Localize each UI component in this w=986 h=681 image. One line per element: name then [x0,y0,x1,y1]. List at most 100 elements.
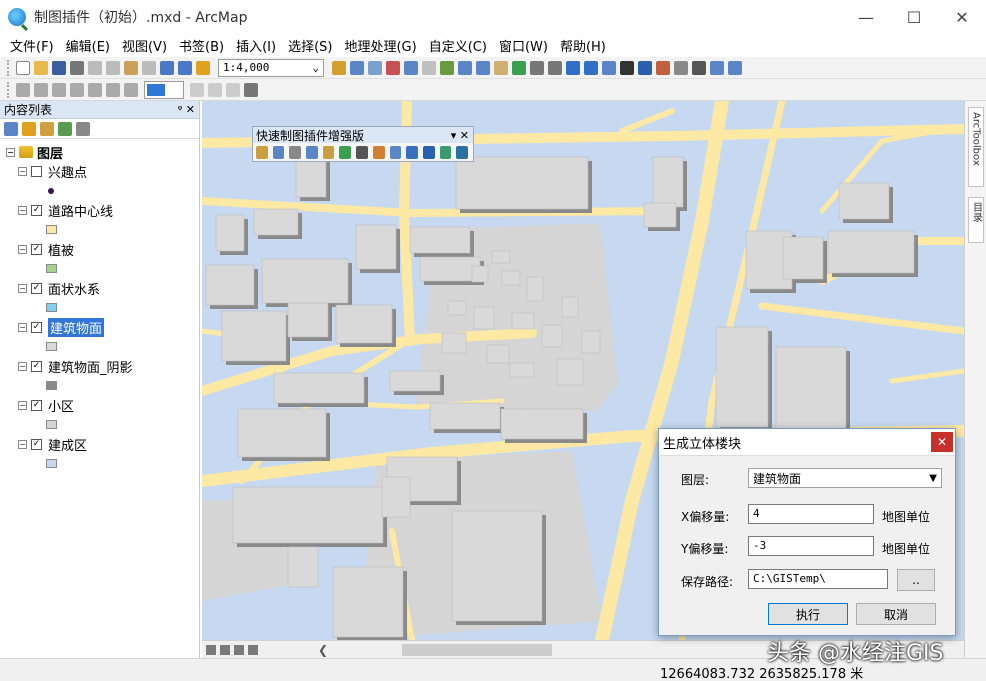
arctoolbox-tab[interactable]: ArcToolbox [968,107,984,187]
menu-windows[interactable]: 窗口(W) [493,36,554,55]
forward-extent-icon[interactable] [584,60,598,75]
layer-visibility-checkbox[interactable] [31,165,42,177]
fixed-zoom-in-icon[interactable] [530,60,544,75]
plugin-tool-icon[interactable] [356,146,368,159]
scroll-left-arrow-icon[interactable]: ❮ [318,643,328,657]
toc-pin-close-controls[interactable]: ᵠ ✕ [178,103,195,116]
fixed-zoom-out-icon[interactable] [548,60,562,75]
data-view-icon[interactable] [206,644,216,655]
collapse-icon[interactable]: − [18,361,27,371]
plugin-tool-icon[interactable] [456,146,468,159]
plugin-tool-icon[interactable] [339,146,352,159]
cancel-button[interactable]: 取消 [856,603,936,625]
layer-tool-icon[interactable] [106,82,120,97]
list-by-selection-icon[interactable] [58,121,72,136]
menu-customize[interactable]: 自定义(C) [423,36,493,55]
paste-icon[interactable] [124,60,138,75]
collapse-icon[interactable]: − [18,205,27,215]
python-icon[interactable] [404,60,418,75]
float-toolbar-titlebar[interactable]: 快速制图插件增强版 ▾ ✕ [253,127,473,143]
menu-bookmarks[interactable]: 书签(B) [173,36,230,55]
toolbar-grip[interactable] [7,81,11,98]
catalog-tab[interactable]: 目录 [968,197,984,243]
layout-tool-icon[interactable] [208,82,222,97]
add-data-icon[interactable] [196,60,210,75]
layer-visibility-checkbox[interactable]: ✓ [31,399,42,411]
collapse-icon[interactable]: − [18,322,27,332]
layer-visibility-checkbox[interactable]: ✓ [31,243,42,255]
menu-insert[interactable]: 插入(I) [230,36,282,55]
layer-tool-icon[interactable] [34,82,48,97]
layout-tool-icon[interactable] [226,82,240,97]
plugin-tool-icon[interactable] [406,146,418,159]
menu-file[interactable]: 文件(F) [4,36,60,55]
layer-selector-dropdown[interactable] [144,80,184,99]
layer-row[interactable]: − ✓ 道路中心线 [18,200,199,220]
dialog-close-button[interactable]: ✕ [931,432,953,452]
layer-name[interactable]: 建筑物面 [48,317,105,337]
open-folder-icon[interactable] [34,60,48,75]
table-icon[interactable] [350,60,364,75]
plugin-tool-icon[interactable] [322,146,335,159]
collapse-icon[interactable]: − [18,166,27,176]
new-document-icon[interactable] [16,60,30,75]
toolbox-icon[interactable] [386,60,400,75]
copy-icon[interactable] [106,60,120,75]
select-elements-icon[interactable] [620,60,634,75]
collapse-icon[interactable]: − [6,147,15,157]
layer-row[interactable]: − ✓ 面状水系 [18,278,199,298]
maximize-button[interactable]: ☐ [890,0,938,34]
layer-row[interactable]: − 兴趣点 [18,161,199,181]
plugin-tool-icon[interactable] [422,146,435,159]
refresh-icon[interactable] [234,644,244,655]
plugin-tool-icon[interactable] [439,146,452,159]
layer-visibility-checkbox[interactable]: ✓ [31,321,42,333]
pan-icon[interactable] [494,60,508,75]
delete-icon[interactable] [142,60,156,75]
undo-icon[interactable] [160,60,174,75]
layer-name[interactable]: 建筑物面_阴影 [48,357,133,376]
menu-view[interactable]: 视图(V) [116,36,173,55]
dialog-titlebar[interactable]: 生成立体楼块 ✕ [659,429,955,455]
browse-button[interactable]: .. [897,569,935,591]
plugin-tool-icon[interactable] [256,146,268,159]
search-window-icon[interactable] [440,60,454,75]
toolbar-grip[interactable] [7,59,11,76]
plugin-tool-icon[interactable] [306,146,318,159]
layer-visibility-checkbox[interactable]: ✓ [31,438,42,450]
select-features-icon[interactable] [602,60,616,75]
menu-help[interactable]: 帮助(H) [554,36,612,55]
catalog-icon[interactable] [368,60,382,75]
collapse-icon[interactable]: − [18,244,27,254]
layer-name[interactable]: 道路中心线 [48,201,113,220]
layer-name[interactable]: 小区 [48,396,74,415]
layer-visibility-checkbox[interactable]: ✓ [31,204,42,216]
collapse-icon[interactable]: − [18,283,27,293]
model-builder-icon[interactable] [422,60,436,75]
back-extent-icon[interactable] [566,60,580,75]
layout-tool-icon[interactable] [190,82,204,97]
close-window-button[interactable]: ✕ [938,0,986,34]
measure-icon[interactable] [674,60,688,75]
layer-row[interactable]: − ✓ 植被 [18,239,199,259]
collapse-icon[interactable]: − [18,439,27,449]
layer-row[interactable]: − ✓ 小区 [18,395,199,415]
layer-name[interactable]: 面状水系 [48,279,100,298]
plugin-tool-icon[interactable] [272,146,285,159]
list-by-drawing-order-icon[interactable] [4,121,18,136]
layout-tool-icon[interactable] [244,82,258,97]
menu-selection[interactable]: 选择(S) [282,36,338,55]
zoom-out-icon[interactable] [476,60,490,75]
editor-toolbar-icon[interactable] [332,60,346,75]
list-by-source-icon[interactable] [22,121,36,136]
redo-icon[interactable] [178,60,192,75]
plugin-tool-icon[interactable] [289,146,302,159]
menu-geoprocessing[interactable]: 地理处理(G) [338,36,422,55]
pause-drawing-icon[interactable] [248,644,258,655]
layer-name[interactable]: 兴趣点 [48,162,87,181]
menu-edit[interactable]: 编辑(E) [60,36,116,55]
layer-tool-icon[interactable] [88,82,102,97]
print-icon[interactable] [70,60,84,75]
layer-visibility-checkbox[interactable]: ✓ [31,282,42,294]
map-scale-dropdown[interactable]: 1:4,000 ⌄ [218,58,324,77]
